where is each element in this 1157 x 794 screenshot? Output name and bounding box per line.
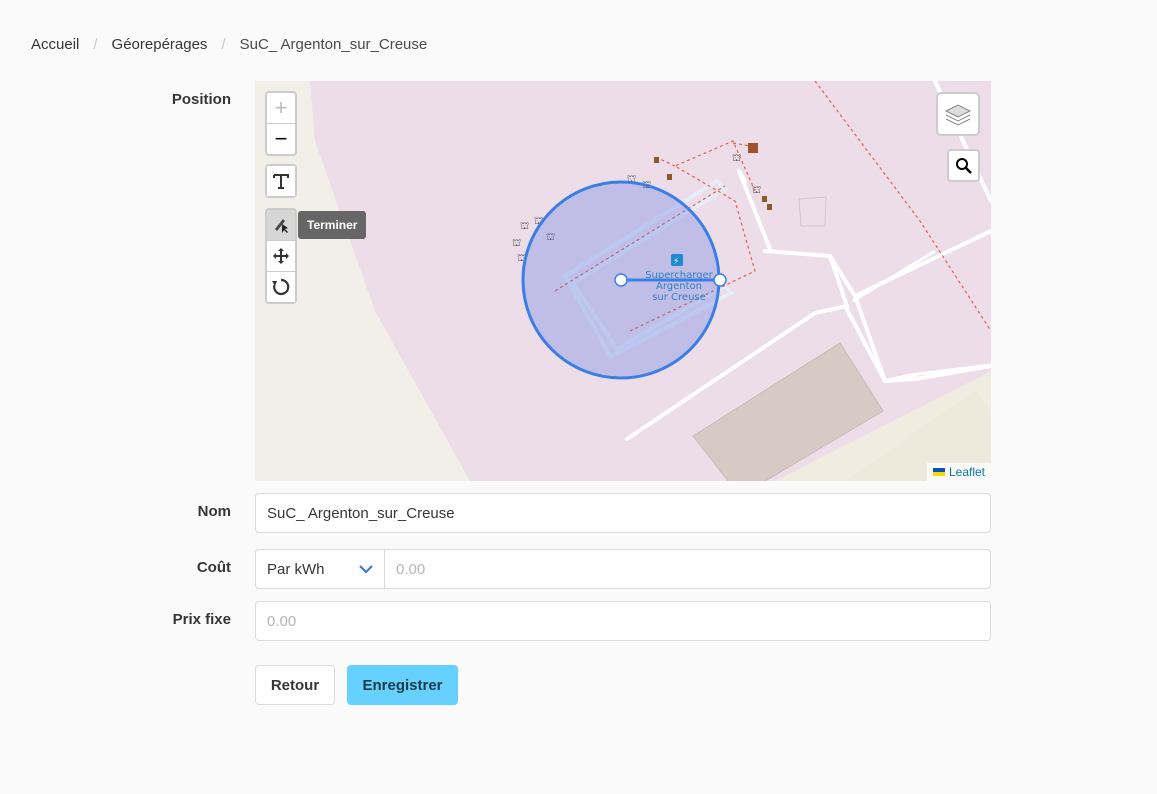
draw-finish-button[interactable]: [267, 210, 295, 240]
cost-unit-value: Par kWh: [267, 560, 325, 578]
poi-label: Supercharger Argenton sur Creuse: [643, 270, 715, 303]
map-tiles: ⛫ ⛫ ⛫ ⛫ ⛫ ⛫ ⛫ ⛫ ⛫ ⚡: [310, 81, 991, 481]
zoom-control: + −: [265, 91, 297, 156]
zoom-in-button[interactable]: +: [267, 93, 295, 123]
map-attribution: Leaflet: [926, 463, 991, 481]
poi-label-line: Supercharger: [645, 270, 713, 281]
poi-label-line: Argenton: [656, 281, 702, 292]
text-tool-control: [265, 164, 297, 198]
layers-icon: [944, 104, 972, 126]
move-icon: [273, 248, 289, 264]
breadcrumb-separator: /: [221, 36, 226, 53]
svg-text:⛫: ⛫: [732, 153, 741, 164]
position-label: Position: [171, 91, 231, 108]
layers-button[interactable]: [936, 92, 980, 136]
ukraine-flag-icon: [932, 468, 945, 476]
finish-tooltip: Terminer: [298, 211, 367, 239]
cursor-pencil-icon: [275, 219, 288, 233]
breadcrumb-geofences[interactable]: Géorepérages: [112, 36, 208, 53]
edit-tools-control: [265, 208, 297, 304]
map[interactable]: ⛫ ⛫ ⛫ ⛫ ⛫ ⛫ ⛫ ⛫ ⛫ ⚡ Supercharger Argento…: [255, 81, 991, 481]
zoom-out-button[interactable]: −: [267, 123, 295, 154]
svg-text:⛫: ⛫: [512, 238, 521, 249]
leaflet-link[interactable]: Leaflet: [949, 463, 985, 481]
text-tool-button[interactable]: [267, 166, 295, 196]
cost-input[interactable]: [384, 549, 991, 589]
name-label: Nom: [197, 503, 231, 520]
cost-unit-select[interactable]: Par kWh: [255, 549, 385, 589]
cost-label: Coût: [196, 559, 231, 576]
text-icon: [273, 174, 289, 189]
name-input[interactable]: [255, 493, 991, 533]
breadcrumb-current: SuC_ Argenton_sur_Creuse: [239, 36, 428, 53]
fixed-price-input[interactable]: [255, 601, 991, 641]
back-button[interactable]: Retour: [255, 665, 335, 705]
svg-text:⛫: ⛫: [752, 185, 761, 196]
map-search-button[interactable]: [947, 149, 980, 182]
svg-text:⛫: ⛫: [520, 221, 529, 232]
search-icon: [955, 157, 972, 174]
rotate-button[interactable]: [267, 271, 295, 302]
svg-text:⚡: ⚡: [673, 257, 679, 267]
poi-label-line: sur Creuse: [652, 292, 706, 303]
chevron-down-icon: [359, 565, 373, 574]
breadcrumb-home[interactable]: Accueil: [31, 36, 79, 53]
rotate-icon: [272, 278, 290, 296]
drag-button[interactable]: [267, 240, 295, 271]
fixed-price-label: Prix fixe: [172, 611, 231, 628]
breadcrumb: Accueil / Géorepérages / SuC_ Argenton_s…: [31, 36, 427, 53]
breadcrumb-separator: /: [93, 36, 98, 53]
save-button[interactable]: Enregistrer: [347, 665, 458, 705]
